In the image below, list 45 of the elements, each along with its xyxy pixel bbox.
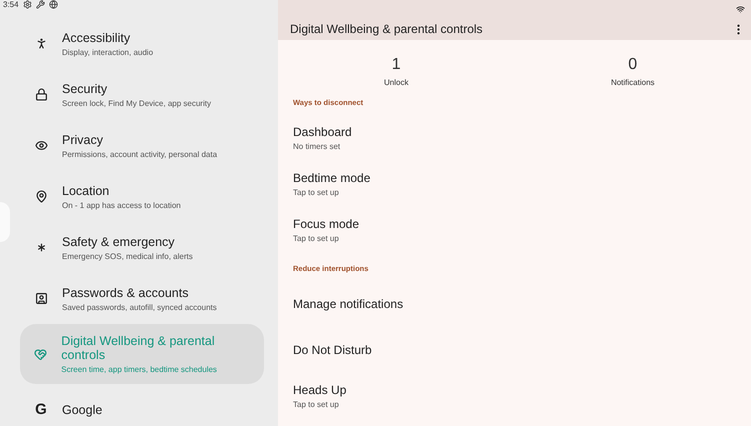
item-title: Security [62,82,108,96]
settings-item[interactable]: Location On - 1 app has access to location [20,171,264,222]
settings-row[interactable]: Focus mode Tap to set up [278,207,751,254]
settings-item[interactable]: G Google [20,384,264,426]
item-title: Location [62,184,110,198]
settings-item[interactable]: Passwords & accounts Saved passwords, autofill, synced accounts [20,273,264,324]
account-card-icon [34,292,48,305]
page-title: Digital Wellbeing & parental controls [290,22,483,36]
item-title: Accessibility [62,30,132,44]
item-subtitle: Display, interaction, audio [62,48,154,56]
status-time: 3:54 [3,0,19,9]
stat-label: Unlock [384,78,408,88]
settings-item[interactable]: Accessibility Display, interaction, audio [20,18,264,69]
settings-row[interactable]: Dashboard No timers set [278,115,751,162]
item-title: Privacy [62,132,104,146]
globe-icon [48,0,58,9]
item-subtitle: Permissions, account activity, personal data [62,150,218,158]
item-subtitle: Emergency SOS, medical info, alerts [62,252,193,260]
settings-item[interactable]: Safety & emergency Emergency SOS, medical info, alerts [20,222,264,273]
settings-row[interactable]: Do Not Disturb [278,327,751,374]
gear-icon [22,0,32,9]
letter-logo-icon: G [35,401,47,418]
item-subtitle: Saved passwords, autofill, synced accounts [62,302,217,312]
stat-value: 0 [628,56,638,74]
item-title: Passwords & accounts [62,286,190,300]
heart-person-icon [34,348,48,360]
settings-row[interactable]: Heads Up Tap to set up [278,373,751,420]
eye-icon [34,139,48,152]
wrench-icon [36,0,45,9]
lock-icon [34,88,48,101]
settings-item[interactable]: Security Screen lock, Find My Device, app security [20,69,264,120]
settings-row[interactable]: Bedtime mode Tap to set up [278,161,751,208]
item-subtitle: On - 1 app has access to location [62,200,181,210]
item-title: Digital Wellbeing & parental controls [61,334,216,362]
item-subtitle: Screen time, app timers, bedtime schedules [61,365,218,374]
settings-item[interactable]: Privacy Permissions, account activity, personal data [20,120,264,171]
settings-row[interactable]: Manage notifications [278,281,751,328]
item-title: Safety & emergency [62,234,176,248]
item-subtitle: Screen lock, Find My Device, app security [62,98,211,108]
stat-label: Notifications [610,78,655,88]
location-pin-icon [34,190,48,203]
item-title: Google [62,402,102,416]
wifi-icon [736,4,745,14]
stat-value: 1 [392,56,401,74]
accessibility-icon [34,37,48,50]
